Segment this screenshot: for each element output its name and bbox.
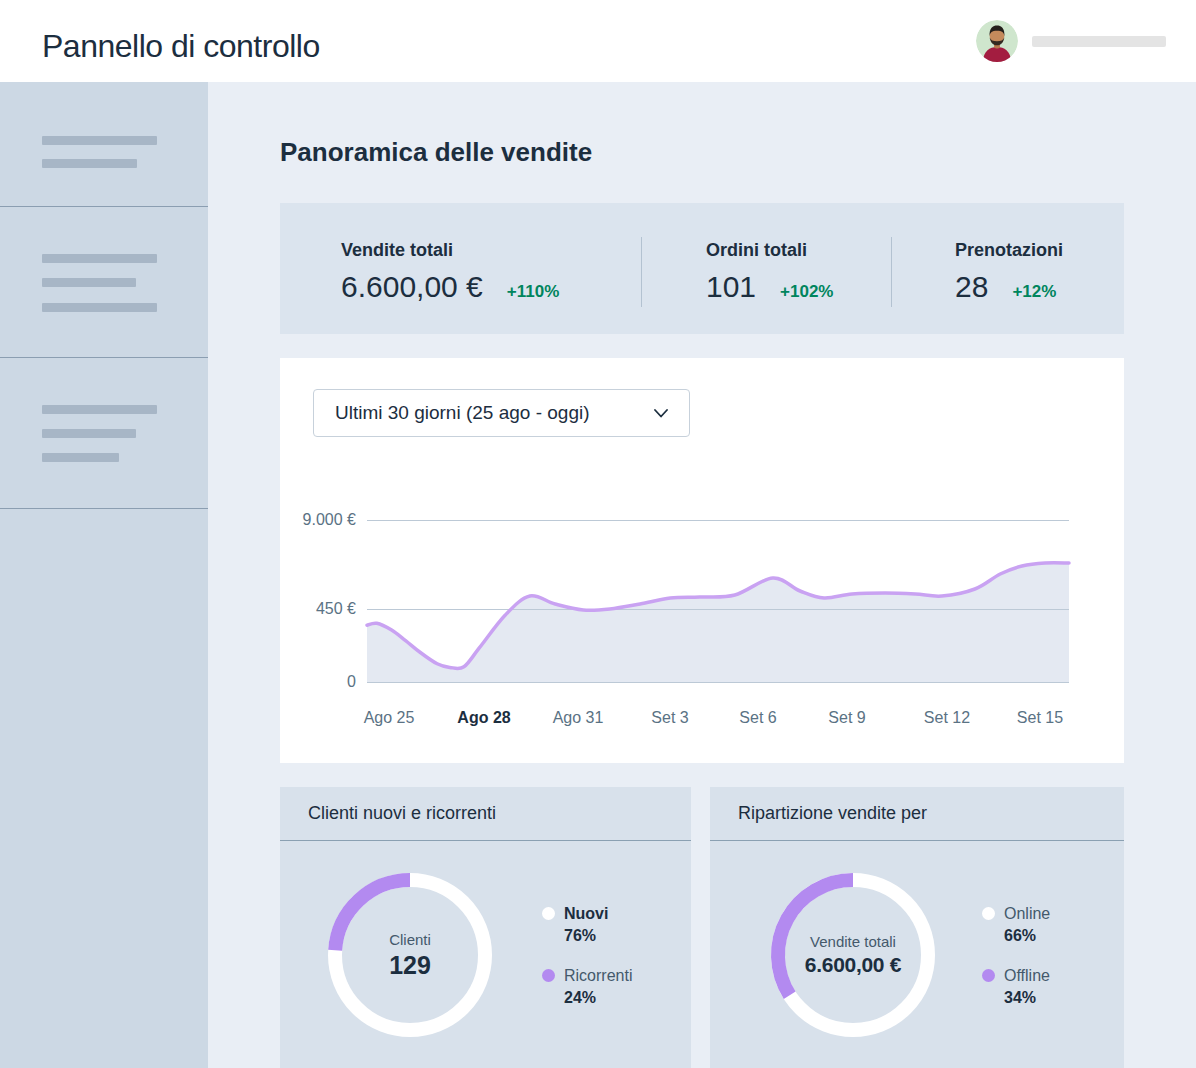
stat-label: Vendite totali bbox=[341, 240, 559, 260]
stats-divider bbox=[641, 237, 642, 307]
legend: Nuovi 76% Ricorrenti 24% bbox=[542, 905, 632, 1007]
svg-text:0: 0 bbox=[347, 673, 356, 690]
sidebar-divider bbox=[0, 508, 208, 509]
customers-card-title: Clienti nuovi e ricorrenti bbox=[280, 787, 691, 841]
stat-value: 6.600,00 € bbox=[341, 270, 483, 304]
chevron-down-icon bbox=[654, 409, 668, 418]
legend-dot bbox=[542, 969, 555, 982]
sidebar-skeleton-bar bbox=[42, 278, 136, 287]
svg-text:450 €: 450 € bbox=[316, 600, 356, 617]
svg-text:Set 9: Set 9 bbox=[828, 709, 865, 726]
sidebar-skeleton-bar bbox=[42, 303, 157, 312]
stat-delta: +12% bbox=[1012, 282, 1056, 302]
svg-text:Ago 28: Ago 28 bbox=[457, 709, 510, 726]
stat-value: 101 bbox=[706, 270, 756, 304]
donut-center-label: Vendite totali bbox=[810, 933, 896, 950]
svg-text:Set 12: Set 12 bbox=[924, 709, 970, 726]
sales-split-card-title: Ripartizione vendite per bbox=[710, 787, 1124, 841]
svg-text:Set 6: Set 6 bbox=[739, 709, 776, 726]
legend-dot bbox=[982, 907, 995, 920]
sidebar bbox=[0, 82, 208, 1068]
svg-text:Ago 25: Ago 25 bbox=[364, 709, 415, 726]
svg-text:9.000 €: 9.000 € bbox=[303, 511, 356, 528]
legend-label: Online bbox=[1004, 905, 1050, 923]
date-range-label: Ultimi 30 giorni (25 ago - oggi) bbox=[335, 402, 590, 424]
date-range-dropdown[interactable]: Ultimi 30 giorni (25 ago - oggi) bbox=[313, 389, 690, 437]
sidebar-skeleton-bar bbox=[42, 453, 119, 462]
sidebar-divider bbox=[0, 357, 208, 358]
svg-text:Set 3: Set 3 bbox=[651, 709, 688, 726]
legend-dot bbox=[982, 969, 995, 982]
legend-value: 34% bbox=[1004, 989, 1050, 1007]
donut-center-label: Clienti bbox=[389, 931, 431, 948]
sidebar-divider bbox=[0, 206, 208, 207]
sidebar-skeleton-bar bbox=[42, 159, 137, 168]
legend-value: 76% bbox=[564, 927, 632, 945]
stat-value: 28 bbox=[955, 270, 988, 304]
donut-center-value: 129 bbox=[389, 951, 431, 980]
svg-text:Set 15: Set 15 bbox=[1017, 709, 1063, 726]
customers-card: Clienti nuovi e ricorrenti Clienti 129 N… bbox=[280, 787, 691, 1068]
legend-item-offline: Offline 34% bbox=[982, 967, 1050, 1007]
legend-label: Nuovi bbox=[564, 905, 632, 923]
legend-dot bbox=[542, 907, 555, 920]
stats-divider bbox=[891, 237, 892, 307]
stat-label: Prenotazioni bbox=[955, 240, 1063, 260]
legend-item-online: Online 66% bbox=[982, 905, 1050, 945]
sales-chart-card: 0 450 € 9.000 € Ago 25 Ago 28 Ago 31 Set 3 Set … bbox=[280, 358, 1124, 763]
legend-label: Offline bbox=[1004, 967, 1050, 985]
avatar[interactable] bbox=[976, 20, 1018, 62]
donut-center: Clienti 129 bbox=[322, 867, 498, 1043]
sidebar-skeleton-bar bbox=[42, 405, 157, 414]
stat-ordini-totali: Ordini totali 101 +102% bbox=[706, 240, 833, 304]
legend-value: 24% bbox=[564, 989, 632, 1007]
sales-split-card: Ripartizione vendite per Vendite totali … bbox=[710, 787, 1124, 1068]
stats-card: Vendite totali 6.600,00 € +110% Ordini tota… bbox=[280, 203, 1124, 334]
donut-center: Vendite totali 6.600,00 € bbox=[765, 867, 941, 1043]
stat-label: Ordini totali bbox=[706, 240, 833, 260]
stat-vendite-totali: Vendite totali 6.600,00 € +110% bbox=[341, 240, 559, 304]
svg-text:Ago 31: Ago 31 bbox=[553, 709, 604, 726]
avatar-illustration bbox=[976, 20, 1018, 62]
top-header: Pannello di controllo bbox=[0, 0, 1196, 82]
app-title: Pannello di controllo bbox=[42, 28, 320, 64]
stat-delta: +110% bbox=[507, 282, 559, 302]
legend-item-nuovi: Nuovi 76% bbox=[542, 905, 632, 945]
legend-value: 66% bbox=[1004, 927, 1050, 945]
stat-delta: +102% bbox=[780, 282, 833, 302]
sidebar-skeleton-bar bbox=[42, 254, 157, 263]
header-skeleton-bar bbox=[1032, 36, 1166, 47]
donut-center-value: 6.600,00 € bbox=[805, 953, 901, 977]
page-title: Panoramica delle vendite bbox=[280, 137, 592, 168]
legend: Online 66% Offline 34% bbox=[982, 905, 1050, 1007]
stat-prenotazioni: Prenotazioni 28 +12% bbox=[955, 240, 1063, 304]
legend-label: Ricorrenti bbox=[564, 967, 632, 985]
sidebar-skeleton-bar bbox=[42, 136, 157, 145]
sidebar-skeleton-bar bbox=[42, 429, 136, 438]
legend-item-ricorrenti: Ricorrenti 24% bbox=[542, 967, 632, 1007]
